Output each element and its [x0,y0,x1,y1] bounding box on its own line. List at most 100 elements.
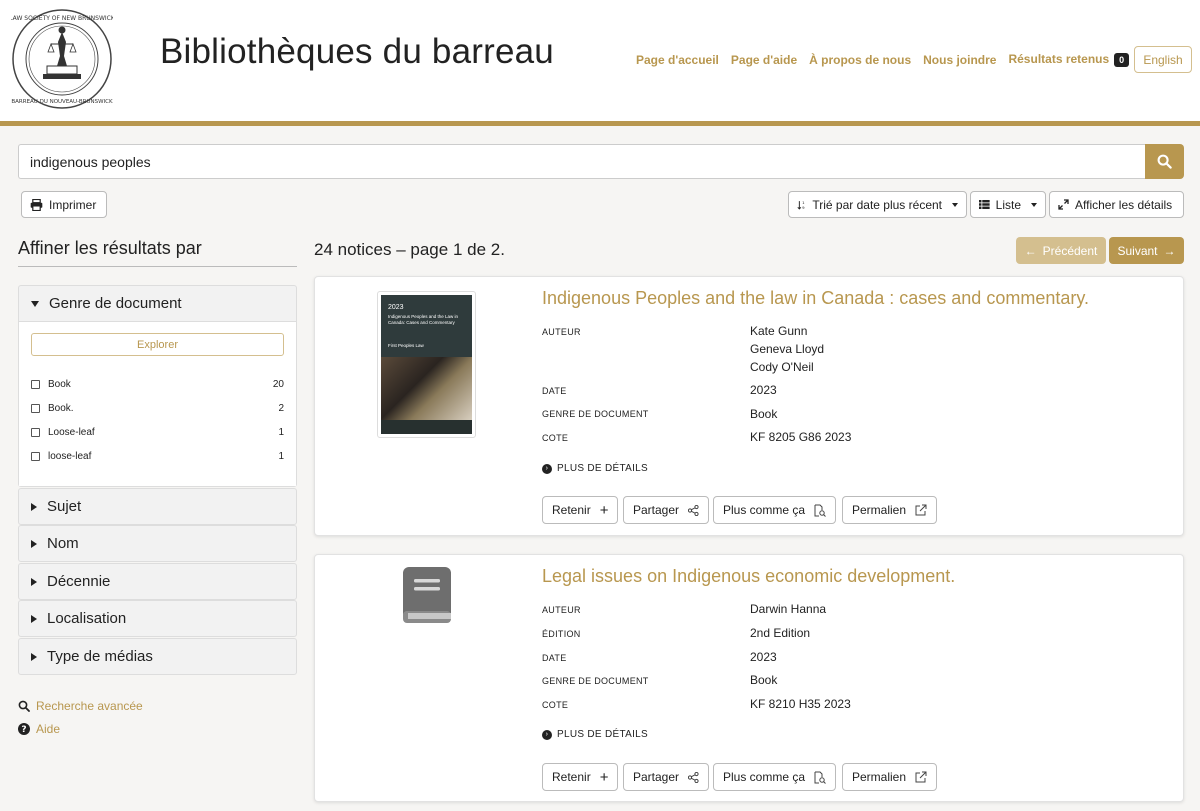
external-link-icon [915,771,927,783]
share-icon [688,504,699,516]
advanced-search-link[interactable]: Recherche avancée [18,699,143,713]
site-title: Bibliothèques du barreau [160,32,554,71]
share-button[interactable]: Partager [623,496,710,524]
nav-saved-results-link[interactable]: Résultats retenus 0 [1008,52,1130,67]
book-placeholder-icon[interactable] [400,565,454,627]
facet-label: Localisation [47,610,127,627]
checkbox[interactable] [31,379,40,389]
view-mode-dropdown[interactable]: Liste [970,191,1046,218]
field-label: DATE [542,386,567,396]
permalink-label: Permalien [852,770,907,784]
cover-subtitle: First Peoples Law [388,343,424,348]
result-title-link[interactable]: Indigenous Peoples and the law in Canada… [542,288,1089,309]
more-like-label: Plus comme ça [723,503,806,517]
field-label: GENRE DE DOCUMENT [542,409,649,419]
author-link[interactable]: Cody O'Neil [750,360,814,374]
law-society-seal-logo[interactable]: LAW SOCIETY OF NEW BRUNSWICK BARREAU DU … [11,8,113,110]
view-mode-label: Liste [995,197,1021,212]
more-details-toggle[interactable]: › PLUS DE DÉTAILS [542,729,648,740]
permalink-button[interactable]: Permalien [842,496,938,524]
permalink-label: Permalien [852,503,907,517]
site-header: LAW SOCIETY OF NEW BRUNSWICK BARREAU DU … [0,0,1200,121]
caret-down-icon [31,300,39,307]
facet-label: Décennie [47,573,111,590]
keep-label: Retenir [552,503,591,517]
facet-label: Genre de document [49,295,182,312]
book-cover-image[interactable]: 2023 Indigenous Peoples and the Law in C… [377,291,476,438]
nav-contact-link[interactable]: Nous joindre [923,53,996,67]
more-details-label: PLUS DE DÉTAILS [557,463,649,474]
facet-option-label: loose-leaf [48,450,92,462]
field-label: COTE [542,700,569,710]
facet-subject[interactable]: Sujet [18,488,297,525]
show-details-button[interactable]: Afficher les détails [1049,191,1184,218]
search-icon [1157,154,1172,169]
checkbox[interactable] [31,451,40,461]
field-label: DATE [542,653,567,663]
help-link[interactable]: ? Aide [18,722,60,736]
more-like-this-button[interactable]: Plus comme ça [713,496,837,524]
next-page-button[interactable]: Suivant → [1109,237,1184,264]
facet-media-type[interactable]: Type de médias [18,638,297,675]
share-label: Partager [633,503,680,517]
share-icon [688,771,699,783]
facet-decade[interactable]: Décennie [18,563,297,600]
language-toggle-button[interactable]: English [1134,46,1192,73]
cover-photo [381,357,472,421]
field-value: Book [750,673,778,687]
facet-option[interactable]: Book 20 [31,372,284,396]
more-details-toggle[interactable]: › PLUS DE DÉTAILS [542,463,648,474]
show-details-label: Afficher les détails [1075,197,1173,212]
facet-option[interactable]: Book. 2 [31,396,284,420]
field-label: AUTEUR [542,327,581,337]
field-value: 2023 [750,650,777,664]
nav-help-link[interactable]: Page d'aide [731,53,797,67]
sort-dropdown[interactable]: 1 9 Trié par date plus récent [788,191,967,218]
author-link[interactable]: Kate Gunn [750,324,807,338]
author-link[interactable]: Darwin Hanna [750,602,826,616]
author-link[interactable]: Geneva Lloyd [750,342,824,356]
facet-document-type-body: Explorer Book 20 Book. 2 Loose-leaf 1 lo… [19,321,296,486]
nav-home-link[interactable]: Page d'accueil [636,53,719,67]
more-like-this-button[interactable]: Plus comme ça [713,763,837,791]
search-bar [18,144,1184,179]
header-divider [0,121,1200,126]
field-value: Book [750,407,778,421]
plus-icon: + [599,768,609,786]
svg-text:LAW SOCIETY OF NEW BRUNSWICK: LAW SOCIETY OF NEW BRUNSWICK [11,15,113,22]
previous-label: Précédent [1042,243,1098,258]
permalink-button[interactable]: Permalien [842,763,938,791]
keep-button[interactable]: Retenir + [542,763,619,791]
previous-page-button[interactable]: ← Précédent [1016,237,1106,264]
share-button[interactable]: Partager [623,763,710,791]
facet-option[interactable]: Loose-leaf 1 [31,420,284,444]
checkbox[interactable] [31,427,40,437]
caret-right-icon [31,577,37,586]
facet-option[interactable]: loose-leaf 1 [31,444,284,468]
explore-button[interactable]: Explorer [31,333,284,356]
result-card: Legal issues on Indigenous economic deve… [314,554,1184,802]
question-circle-icon: ? [18,723,30,735]
facet-option-count: 20 [272,378,284,390]
result-title-link[interactable]: Legal issues on Indigenous economic deve… [542,566,955,587]
facet-name[interactable]: Nom [18,525,297,562]
print-button[interactable]: Imprimer [21,191,107,218]
keep-button[interactable]: Retenir + [542,496,619,524]
advanced-search-label: Recherche avancée [36,699,143,713]
checkbox[interactable] [31,403,40,413]
facet-document-type-toggle[interactable]: Genre de document [19,286,296,321]
facet-label: Nom [47,535,79,552]
caret-right-icon [31,652,37,661]
sort-icon: 1 9 [797,200,805,209]
search-input[interactable] [18,144,1145,179]
facet-label: Sujet [47,498,82,515]
expand-icon [1058,199,1069,210]
cover-publisher-strip [381,420,472,434]
facet-option-count: 2 [278,402,284,414]
facet-option-label: Book [48,378,71,390]
nav-about-link[interactable]: À propos de nous [809,53,911,67]
facet-location[interactable]: Localisation [18,600,297,637]
saved-results-label: Résultats retenus [1008,52,1110,66]
search-icon [18,700,30,712]
search-button[interactable] [1145,144,1184,179]
